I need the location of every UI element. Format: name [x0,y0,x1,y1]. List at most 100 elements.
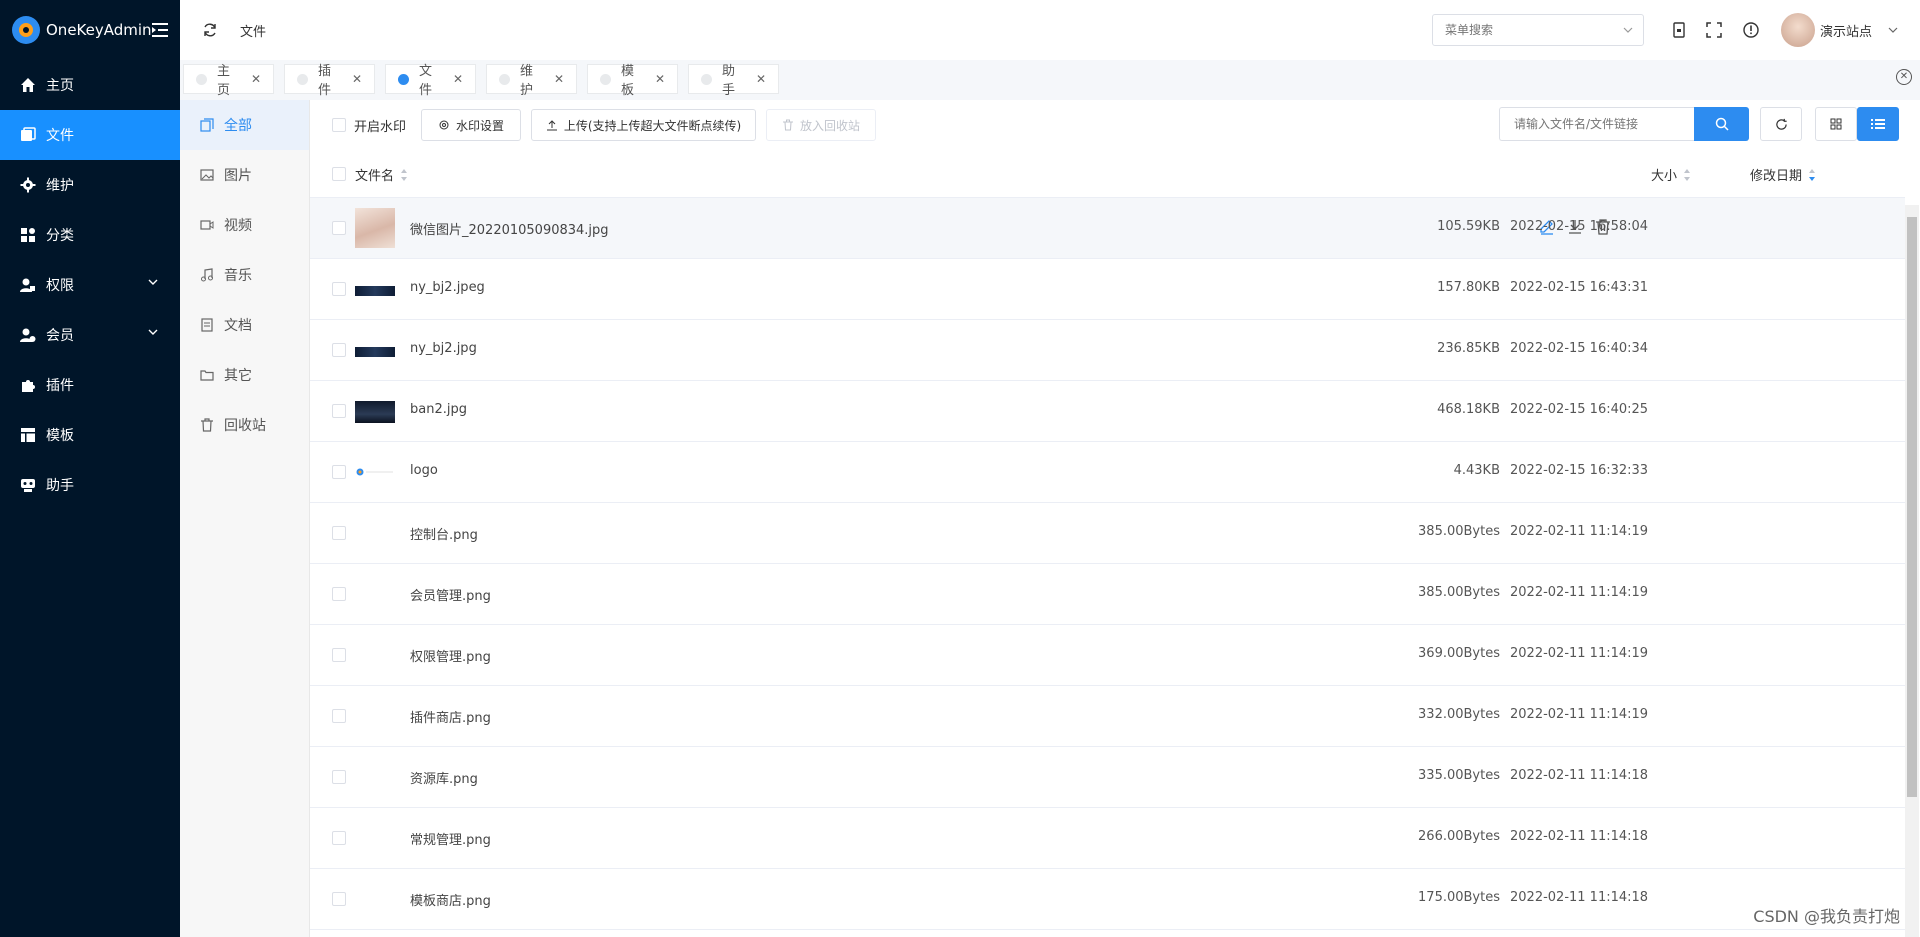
close-icon[interactable]: ✕ [251,72,261,86]
menu-search-select[interactable] [1432,14,1644,46]
category-music[interactable]: 音乐 [180,250,309,300]
sidebar-item-label: 权限 [46,278,74,294]
row-checkbox[interactable] [332,404,346,418]
menu-collapse-icon[interactable] [150,20,170,40]
file-name[interactable]: 权限管理.png [410,646,491,665]
row-checkbox[interactable] [332,709,346,723]
file-thumbnail[interactable] [355,452,395,492]
row-checkbox[interactable] [332,282,346,296]
recycle-button[interactable]: 放入回收站 [766,109,876,141]
sidebar-item-category[interactable]: 分类 [0,210,180,260]
table-row[interactable]: logo 4.43KB 2022-02-15 16:32:33 [310,442,1905,503]
row-checkbox[interactable] [332,892,346,906]
file-name[interactable]: 模板商店.png [410,890,491,909]
list-view-button[interactable] [1857,107,1899,141]
file-name[interactable]: ny_bj2.jpeg [410,280,485,295]
file-name[interactable]: 常规管理.png [410,829,491,848]
refresh-icon[interactable] [202,22,218,38]
row-checkbox[interactable] [332,221,346,235]
info-icon[interactable] [1742,21,1760,39]
row-checkbox[interactable] [332,465,346,479]
reload-button[interactable] [1760,107,1802,141]
tab-home[interactable]: 主页 ✕ [183,64,274,98]
category-recycle[interactable]: 回收站 [180,400,309,450]
table-row[interactable]: 资源库.png 335.00Bytes 2022-02-11 11:14:18 [310,747,1905,808]
select-all-checkbox[interactable] [332,167,346,181]
file-name[interactable]: logo [410,463,438,478]
file-name[interactable]: 插件商店.png [410,707,491,726]
table-row[interactable]: 常规管理.png 266.00Bytes 2022-02-11 11:14:18 [310,808,1905,869]
file-size: 266.00Bytes [1418,829,1500,844]
menu-search-input[interactable] [1433,15,1603,45]
chevron-down-icon[interactable] [1888,26,1898,34]
category-other[interactable]: 其它 [180,350,309,400]
watermark-label[interactable]: 开启水印 [354,116,406,135]
close-all-tabs-icon[interactable]: ✕ [1896,69,1912,85]
sidebar-item-template[interactable]: 模板 [0,410,180,460]
file-search-box[interactable] [1499,107,1694,141]
table-row[interactable]: 模板商店.png 175.00Bytes 2022-02-11 11:14:18 [310,869,1905,930]
column-date[interactable]: 修改日期 [1750,165,1816,184]
file-name[interactable]: 控制台.png [410,524,478,543]
sidebar-item-plugin[interactable]: 插件 [0,360,180,410]
close-icon[interactable]: ✕ [352,72,362,86]
sidebar-item-maintain[interactable]: 维护 [0,160,180,210]
category-image[interactable]: 图片 [180,150,309,200]
sidebar-item-home[interactable]: 主页 [0,60,180,110]
table-row[interactable]: 控制台.png 385.00Bytes 2022-02-11 11:14:19 [310,503,1905,564]
file-thumbnail[interactable] [355,208,395,248]
category-all[interactable]: 全部 [180,100,309,150]
tab-template[interactable]: 模板 ✕ [587,64,678,98]
tab-maintain[interactable]: 维护 ✕ [486,64,577,98]
row-checkbox[interactable] [332,648,346,662]
file-thumbnail[interactable] [355,347,395,357]
table-row[interactable]: ban2.jpg 468.18KB 2022-02-15 16:40:25 [310,381,1905,442]
lock-screen-icon[interactable] [1670,21,1688,39]
gear-icon [20,177,36,193]
table-row[interactable]: ny_bj2.jpeg 157.80KB 2022-02-15 16:43:31 [310,259,1905,320]
file-name[interactable]: 微信图片_20220105090834.jpg [410,219,609,238]
column-size[interactable]: 大小 [1651,165,1691,184]
table-row[interactable]: ny_bj2.jpg 236.85KB 2022-02-15 16:40:34 [310,320,1905,381]
tab-plugin[interactable]: 插件 ✕ [284,64,375,98]
table-row[interactable]: 权限管理.png 369.00Bytes 2022-02-11 11:14:19 [310,625,1905,686]
grid-view-button[interactable] [1815,107,1857,141]
row-checkbox[interactable] [332,770,346,784]
table-row[interactable]: 微信图片_20220105090834.jpg 105.59KB 2022-02… [310,198,1905,259]
close-icon[interactable]: ✕ [756,72,766,86]
close-icon[interactable]: ✕ [453,72,463,86]
file-thumbnail[interactable] [355,401,395,423]
column-name[interactable]: 文件名 [355,165,408,184]
user-name[interactable]: 演示站点 [1820,21,1872,40]
file-name[interactable]: 会员管理.png [410,585,491,604]
sidebar-item-member[interactable]: 会员 [0,310,180,360]
file-thumbnail[interactable] [355,286,395,296]
file-name[interactable]: 资源库.png [410,768,478,787]
search-button[interactable] [1694,107,1749,141]
file-name[interactable]: ny_bj2.jpg [410,341,477,356]
avatar[interactable] [1781,13,1815,47]
sidebar-item-assistant[interactable]: 助手 [0,460,180,510]
watermark-settings-button[interactable]: 水印设置 [421,109,521,141]
tab-file[interactable]: 文件 ✕ [385,64,476,98]
row-checkbox[interactable] [332,587,346,601]
category-video[interactable]: 视频 [180,200,309,250]
watermark-checkbox[interactable] [332,118,346,132]
file-search-input[interactable] [1500,108,1680,140]
row-checkbox[interactable] [332,343,346,357]
table-scrollbar[interactable] [1905,205,1919,937]
scrollbar-thumb[interactable] [1907,217,1917,797]
file-name[interactable]: ban2.jpg [410,402,467,417]
table-row[interactable]: 会员管理.png 385.00Bytes 2022-02-11 11:14:19 [310,564,1905,625]
close-icon[interactable]: ✕ [554,72,564,86]
close-icon[interactable]: ✕ [655,72,665,86]
category-document[interactable]: 文档 [180,300,309,350]
tab-assistant[interactable]: 助手 ✕ [688,64,779,98]
upload-button[interactable]: 上传(支持上传超大文件断点续传) [531,109,756,141]
sidebar-item-file[interactable]: 文件 [0,110,180,160]
table-row[interactable]: 插件商店.png 332.00Bytes 2022-02-11 11:14:19 [310,686,1905,747]
row-checkbox[interactable] [332,526,346,540]
row-checkbox[interactable] [332,831,346,845]
sidebar-item-permission[interactable]: 权限 [0,260,180,310]
fullscreen-icon[interactable] [1705,21,1723,39]
